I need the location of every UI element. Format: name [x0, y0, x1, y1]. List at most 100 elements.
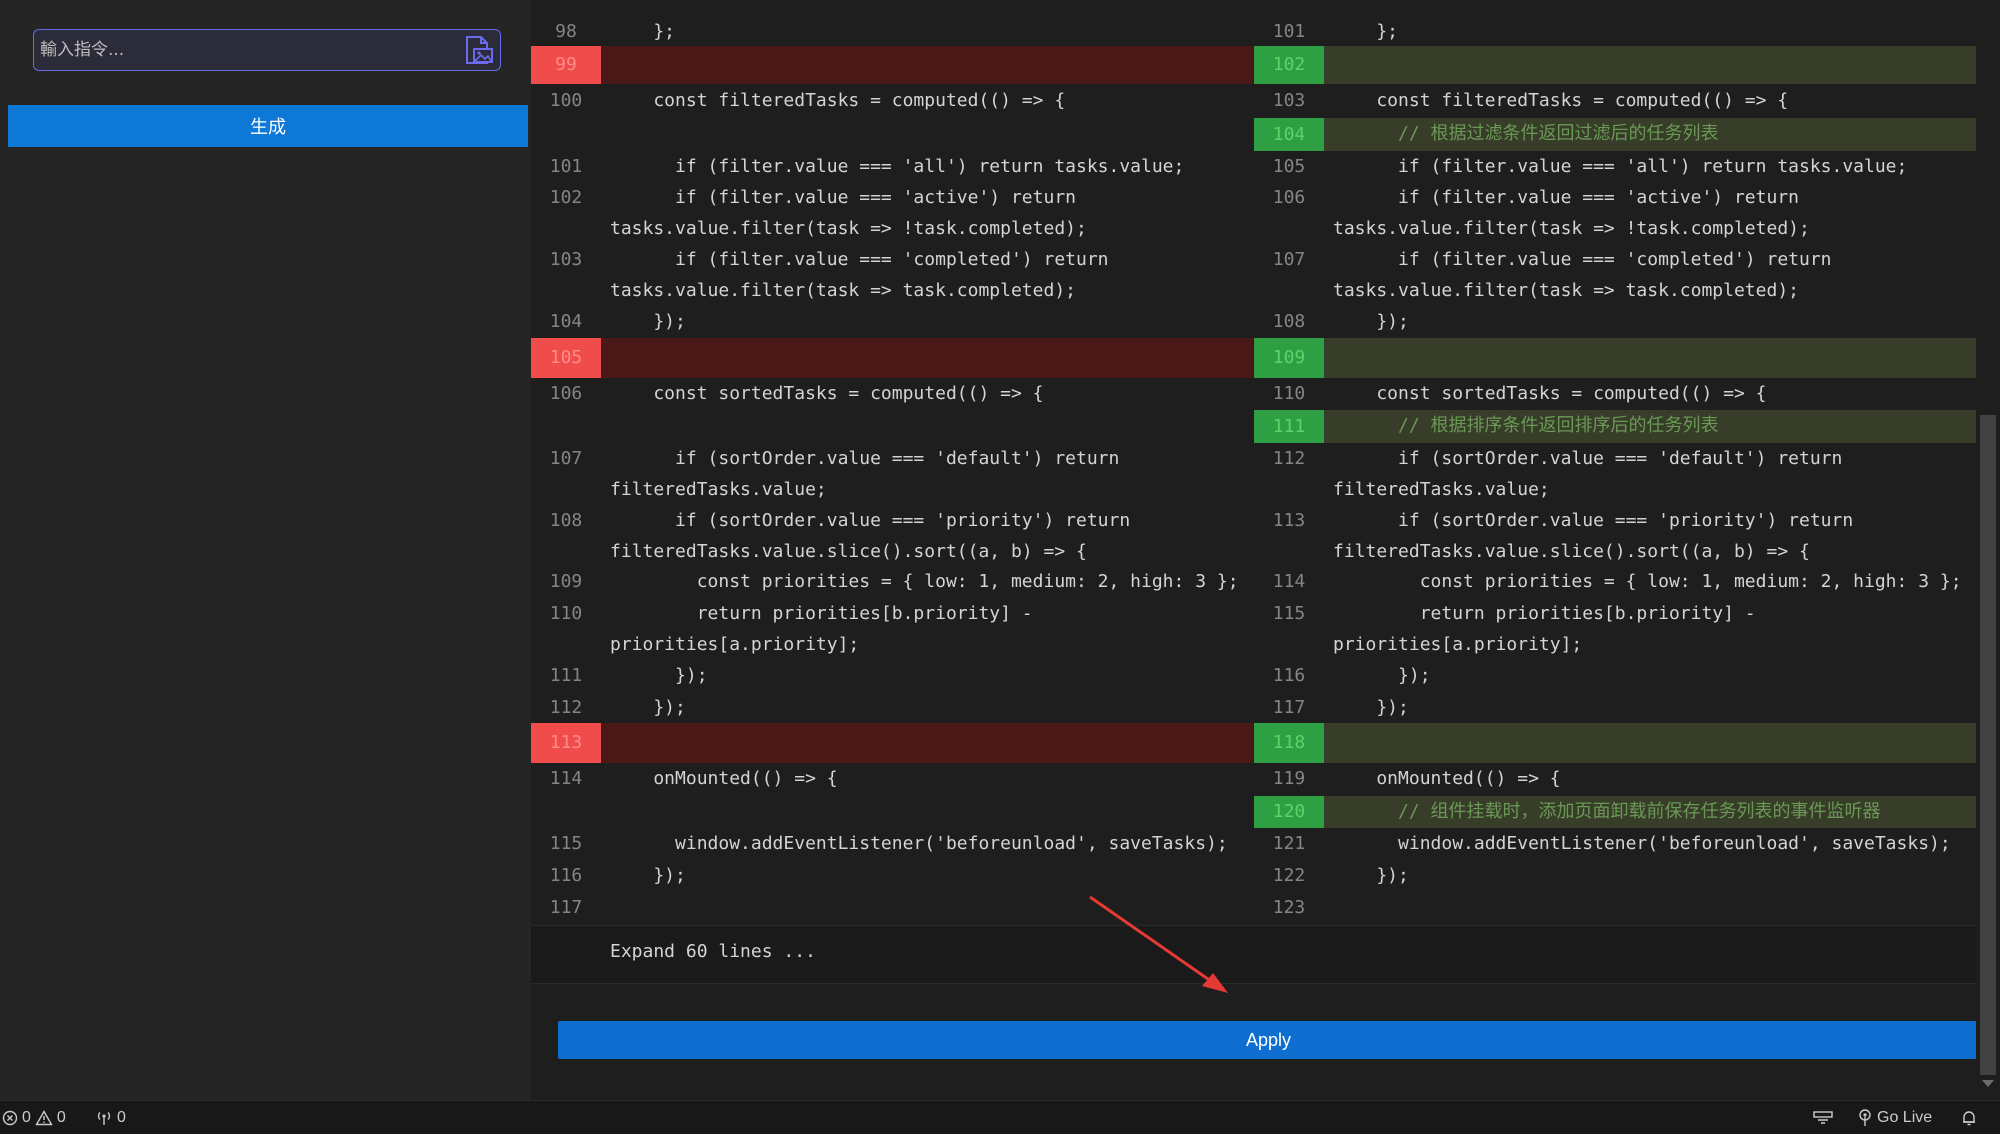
code-line: 103 const filteredTasks = computed(() =>… — [1254, 85, 1976, 118]
code-line: 105 if (filter.value === 'all') return t… — [1254, 151, 1976, 182]
line-number: 109 — [549, 571, 583, 592]
line-number: 108 — [549, 510, 583, 531]
code-line: 116 }); — [1254, 660, 1976, 692]
code-text: }); — [1333, 865, 1409, 886]
line-number: 116 — [1272, 665, 1306, 686]
code-line: 107 if (filter.value === 'completed') re… — [1254, 244, 1976, 306]
vertical-scrollbar[interactable] — [1976, 0, 2000, 1100]
line-number: 108 — [1272, 311, 1306, 332]
code-text: window.addEventListener('beforeunload', … — [1333, 833, 1951, 854]
code-text: const sortedTasks = computed(() => { — [1333, 383, 1767, 404]
error-count: 0 — [22, 1109, 31, 1126]
feedback-icon[interactable] — [1812, 1107, 1834, 1129]
line-number: 99 — [531, 46, 601, 84]
expand-lines-row[interactable]: Expand 60 lines ... — [531, 925, 1976, 984]
image-file-icon[interactable] — [460, 35, 494, 65]
line-number: 106 — [1272, 187, 1306, 208]
line-number: 119 — [1272, 768, 1306, 789]
problems-indicator[interactable]: 0 0 — [2, 1107, 66, 1129]
code-line: 114 onMounted(() => { — [531, 763, 1253, 827]
line-number: 112 — [1272, 448, 1306, 469]
added-line: 104 // 根据过滤条件返回过滤后的任务列表 — [1254, 118, 1976, 151]
code-text: if (filter.value === 'completed') return… — [610, 249, 1109, 301]
generate-button[interactable]: 生成 — [8, 105, 528, 147]
line-number: 104 — [549, 311, 583, 332]
code-line: 102 if (filter.value === 'active') retur… — [531, 182, 1253, 244]
notifications-bell-icon[interactable] — [1960, 1107, 1978, 1129]
code-text: }); — [610, 665, 708, 686]
line-number: 98 — [555, 21, 577, 42]
line-number: 115 — [549, 833, 583, 854]
line-number: 105 — [1272, 156, 1306, 177]
line-number: 113 — [1272, 510, 1306, 531]
code-line: 106 const sortedTasks = computed(() => { — [531, 378, 1253, 442]
code-text: if (sortOrder.value === 'default') retur… — [1333, 448, 1843, 500]
deleted-line: 99 — [531, 46, 1253, 84]
scrollbar-thumb[interactable] — [1980, 415, 1996, 1075]
line-number: 113 — [531, 723, 601, 763]
command-input-box[interactable] — [33, 29, 501, 71]
code-line: 108 if (sortOrder.value === 'priority') … — [531, 505, 1253, 567]
go-live-label: Go Live — [1877, 1109, 1933, 1126]
line-number: 120 — [1254, 796, 1324, 828]
code-text: }); — [1333, 311, 1409, 332]
line-number: 105 — [531, 338, 601, 378]
code-text: if (filter.value === 'active') return ta… — [1333, 187, 1810, 239]
code-line: 121 window.addEventListener('beforeunloa… — [1254, 828, 1976, 860]
line-number: 101 — [549, 156, 583, 177]
code-line: 100 const filteredTasks = computed(() =>… — [531, 85, 1253, 149]
sidebar: 生成 — [0, 0, 531, 1100]
deleted-line: 113 — [531, 723, 1253, 763]
code-line: 119 onMounted(() => { — [1254, 763, 1976, 796]
added-line: 109 — [1254, 338, 1976, 378]
code-text: if (filter.value === 'all') return tasks… — [1333, 156, 1908, 177]
warning-count: 0 — [56, 1109, 66, 1126]
diff-left-pane: 98 }; 99 100 const filteredTasks = compute… — [531, 0, 1253, 925]
code-line: 101 }; — [1254, 16, 1976, 48]
code-text: onMounted(() => { — [610, 768, 838, 789]
line-number: 103 — [1272, 90, 1306, 111]
code-line: 116 }); — [531, 860, 1253, 892]
code-text: if (sortOrder.value === 'priority') retu… — [610, 510, 1131, 562]
line-number: 107 — [1272, 249, 1306, 270]
code-line: 113 if (sortOrder.value === 'priority') … — [1254, 505, 1976, 567]
line-number: 101 — [1272, 21, 1306, 42]
code-line: 117 }); — [1254, 692, 1976, 723]
code-text: }); — [1333, 665, 1431, 686]
code-text: }; — [610, 21, 676, 42]
scroll-down-arrow-icon[interactable] — [1982, 1080, 1994, 1087]
code-text: }); — [610, 697, 686, 718]
line-number: 104 — [1254, 118, 1324, 151]
ports-indicator[interactable]: 0 — [95, 1107, 126, 1129]
line-number: 114 — [549, 768, 583, 789]
line-number: 111 — [549, 665, 583, 686]
ports-count: 0 — [117, 1109, 126, 1126]
line-number: 109 — [1254, 338, 1324, 378]
deleted-line: 105 — [531, 338, 1253, 378]
line-number: 117 — [549, 897, 583, 918]
line-number: 117 — [1272, 697, 1306, 718]
code-line: 108 }); — [1254, 306, 1976, 338]
line-number: 123 — [1272, 897, 1306, 918]
code-text: }); — [610, 311, 686, 332]
expand-lines-link[interactable]: Expand 60 lines ... — [610, 941, 816, 962]
code-text: }; — [1333, 21, 1399, 42]
line-number: 114 — [1272, 571, 1306, 592]
code-line: 115 return priorities[b.priority] - prio… — [1254, 598, 1976, 660]
code-text: const sortedTasks = computed(() => { — [610, 383, 1044, 404]
code-text: }); — [1333, 697, 1409, 718]
code-line: 111 }); — [531, 660, 1253, 692]
code-text: if (sortOrder.value === 'priority') retu… — [1333, 510, 1854, 562]
apply-button[interactable]: Apply — [558, 1021, 1979, 1059]
code-text: // 根据过滤条件返回过滤后的任务列表 — [1333, 123, 1719, 144]
antenna-icon — [1859, 1109, 1871, 1126]
code-text: return priorities[b.priority] - prioriti… — [610, 603, 1033, 655]
code-line: 110 const sortedTasks = computed(() => { — [1254, 378, 1976, 410]
go-live-button[interactable]: Go Live — [1857, 1107, 1932, 1129]
line-number: 112 — [549, 697, 583, 718]
command-input[interactable] — [38, 34, 452, 66]
code-line: 114 const priorities = { low: 1, medium:… — [1254, 566, 1976, 598]
code-text: const filteredTasks = computed(() => { — [610, 90, 1066, 111]
code-text: const priorities = { low: 1, medium: 2, … — [1333, 571, 1962, 592]
code-line: 112 }); — [531, 692, 1253, 723]
